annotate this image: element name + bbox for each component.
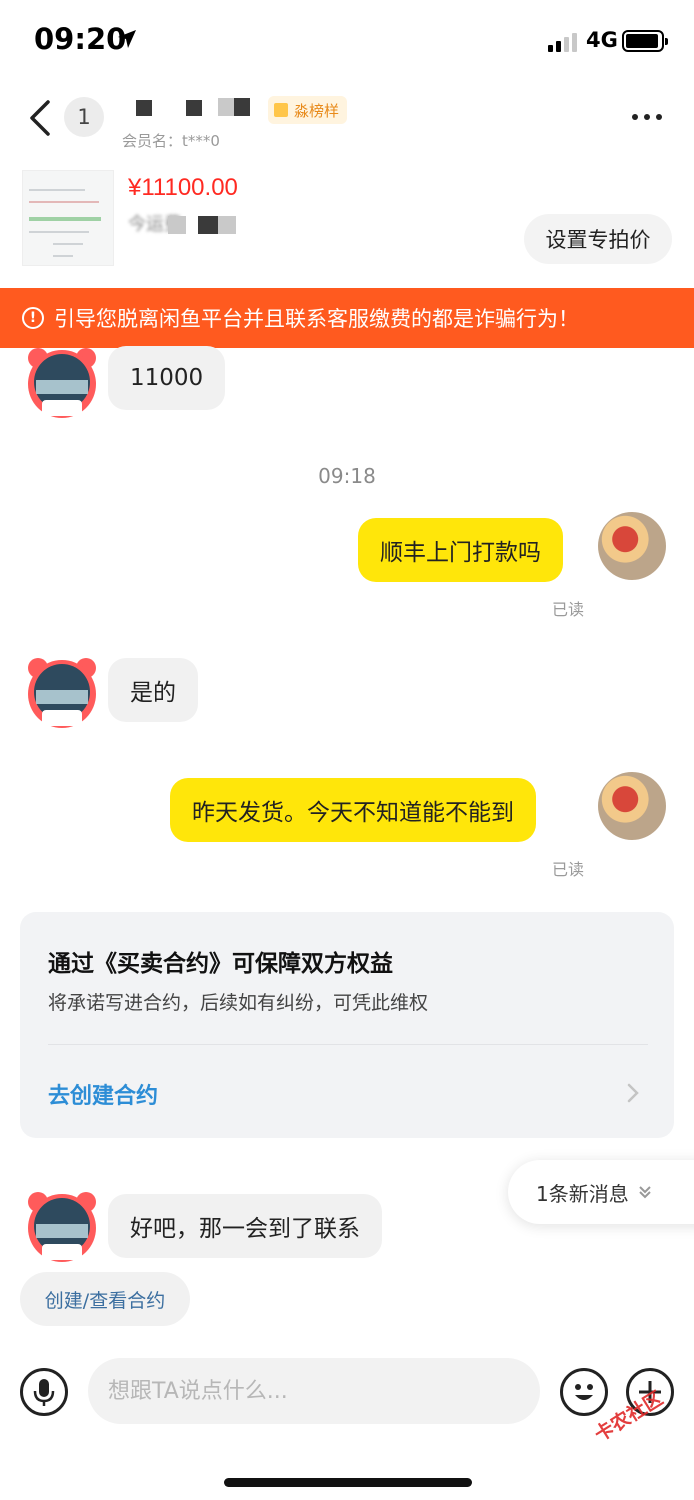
message-bubble-outgoing[interactable]: 昨天发货。今天不知道能不能到 — [170, 778, 536, 842]
message-bubble-incoming[interactable]: 是的 — [108, 658, 198, 722]
seller-avatar[interactable] — [24, 344, 100, 420]
seller-avatar[interactable] — [24, 1188, 100, 1264]
info-blur — [198, 216, 218, 234]
product-price: ¥11100.00 — [128, 174, 238, 201]
contract-card-subtitle: 将承诺写进合约，后续如有纠纷，可凭此维权 — [48, 992, 429, 1014]
conversation-count-badge[interactable]: 1 — [64, 97, 104, 137]
tag-label: 淼榜样 — [294, 101, 340, 120]
back-chevron-icon[interactable] — [28, 100, 52, 136]
read-receipt: 已读 — [552, 860, 585, 879]
contract-card-title: 通过《买卖合约》可保障双方权益 — [48, 951, 393, 977]
tag-icon — [274, 103, 288, 117]
message-input[interactable] — [88, 1358, 540, 1424]
info-blur — [168, 216, 186, 234]
message-bubble-outgoing[interactable]: 顺丰上门打款吗 — [358, 518, 563, 582]
username-blur — [218, 98, 234, 116]
username-blur — [234, 98, 250, 116]
fraud-warning-banner: ! 引导您脱离闲鱼平台并且联系客服缴费的都是诈骗行为！ — [0, 288, 694, 348]
new-messages-pill[interactable]: 1条新消息 — [508, 1160, 694, 1224]
member-name: 会员名：t***0 — [122, 132, 220, 150]
create-view-contract-chip[interactable]: 创建/查看合约 — [20, 1272, 190, 1326]
seller-tag: 淼榜样 — [268, 96, 348, 124]
message-bubble-incoming[interactable]: 11000 — [108, 346, 226, 410]
my-avatar[interactable] — [598, 772, 666, 840]
message-bubble-incoming[interactable]: 好吧，那一会到了联系 — [108, 1194, 382, 1258]
network-label: 4G — [586, 28, 618, 52]
username-blur — [136, 100, 152, 116]
emoji-icon[interactable] — [560, 1368, 608, 1416]
read-receipt: 已读 — [552, 600, 585, 619]
set-special-price-button[interactable]: 设置专拍价 — [524, 214, 672, 264]
warning-icon: ! — [22, 307, 44, 329]
my-avatar[interactable] — [598, 512, 666, 580]
signal-icon — [548, 33, 577, 52]
microphone-icon[interactable] — [20, 1368, 68, 1416]
new-messages-label: 1条新消息 — [536, 1181, 629, 1206]
status-time: 09:20 — [34, 22, 127, 56]
divider — [48, 1044, 648, 1045]
warning-text: 引导您脱离闲鱼平台并且联系客服缴费的都是诈骗行为！ — [54, 307, 579, 331]
chevron-right-icon — [627, 1083, 639, 1103]
username-blur — [186, 100, 202, 116]
info-blur — [218, 216, 236, 234]
double-chevron-down-icon — [639, 1186, 651, 1199]
home-indicator[interactable] — [224, 1478, 472, 1487]
battery-icon — [622, 30, 668, 52]
contract-card[interactable]: 通过《买卖合约》可保障双方权益 将承诺写进合约，后续如有纠纷，可凭此维权 去创建… — [20, 912, 674, 1138]
create-contract-link[interactable]: 去创建合约 — [48, 1078, 158, 1110]
seller-avatar[interactable] — [24, 654, 100, 730]
more-icon[interactable] — [632, 114, 662, 120]
message-timestamp: 09:18 — [318, 464, 376, 488]
product-thumbnail[interactable] — [22, 170, 114, 266]
location-arrow-icon — [118, 30, 136, 48]
